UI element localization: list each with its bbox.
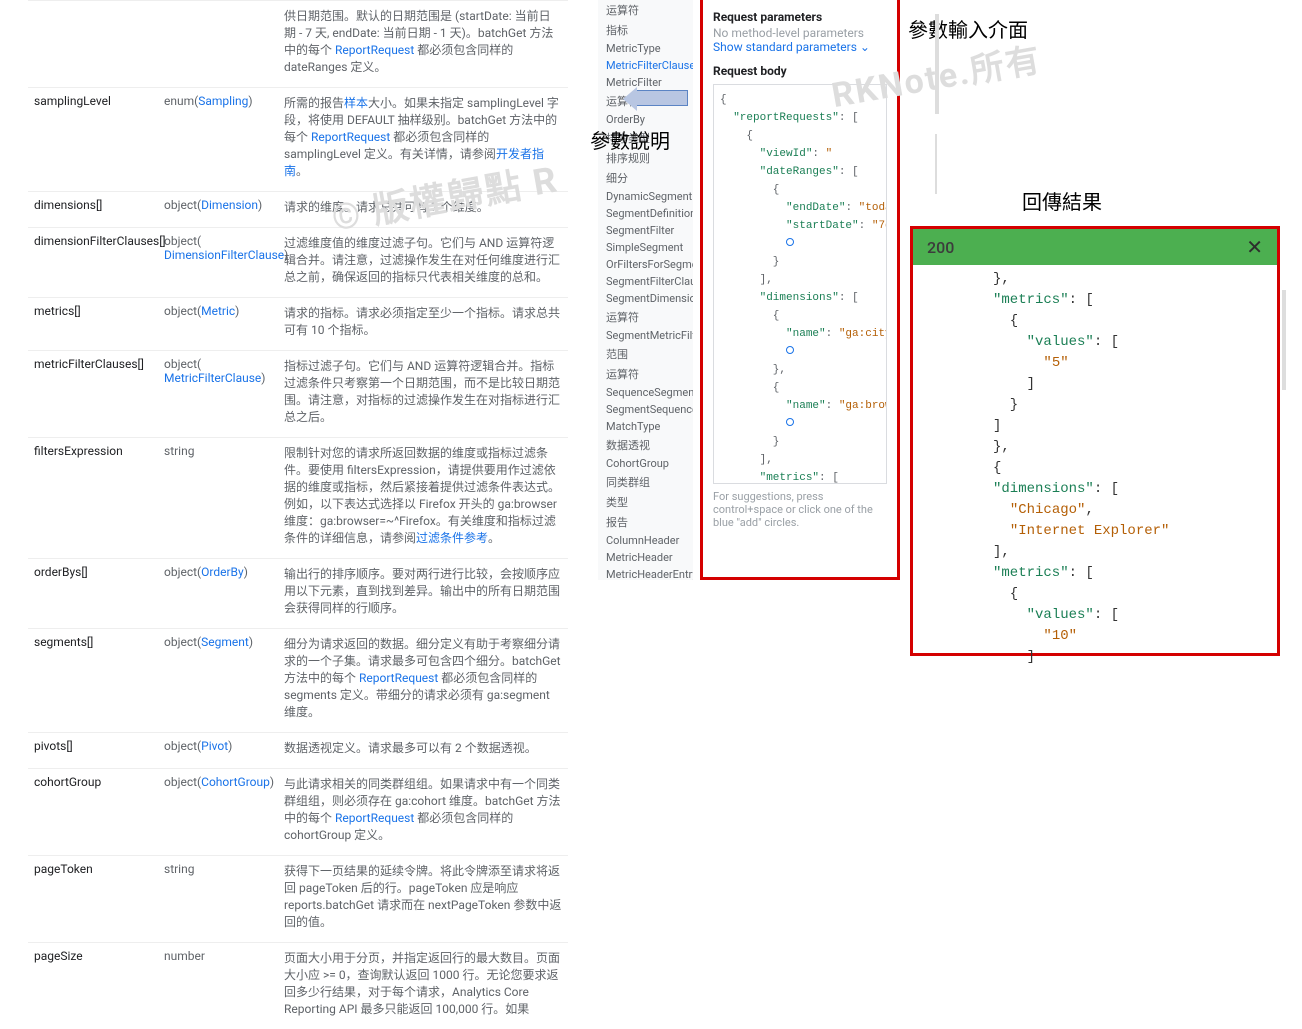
table-row: samplingLevelenum(Sampling)所需的报告样本大小。如果未… (28, 88, 568, 192)
sidebar-item[interactable]: 数据透视 (598, 435, 693, 455)
table-row: cohortGroupobject(CohortGroup)与此请求相关的同类群… (28, 769, 568, 856)
response-panel: 200 ✕ }, "metrics": [ { "values": [ "5" … (910, 226, 1280, 656)
table-row: segments[]object(Segment)细分为请求返回的数据。细分定义… (28, 629, 568, 733)
close-icon[interactable]: ✕ (1246, 235, 1263, 259)
sidebar-item[interactable]: MetricFilter (598, 74, 693, 91)
request-body-editor[interactable]: { "reportRequests": [ { "viewId": " ", "… (713, 84, 887, 484)
divider (935, 134, 937, 194)
table-row: pivots[]object(Pivot)数据透视定义。请求最多可以有 2 个数… (28, 733, 568, 769)
sidebar-item[interactable]: 运算符 (598, 364, 693, 384)
sidebar-item[interactable]: OrFiltersForSegment (598, 256, 693, 273)
sidebar-item[interactable]: SegmentDimensionFilter (598, 290, 693, 307)
sidebar-item[interactable]: 类型 (598, 492, 693, 512)
nav-list: 运算符指标MetricTypeMetricFilterClauseMetricF… (598, 0, 693, 580)
table-row: dimensions[]object(Dimension)请求的维度。请求总共可… (28, 192, 568, 228)
table-row: dimensionFilterClauses[]object( Dimensio… (28, 228, 568, 298)
sidebar-item[interactable]: CohortGroup (598, 455, 693, 472)
label-result: 回傳結果 (1022, 186, 1102, 215)
sidebar-item[interactable]: SegmentFilterClause (598, 273, 693, 290)
table-row: metricFilterClauses[]object( MetricFilte… (28, 351, 568, 438)
req-body-heading: Request body (713, 64, 887, 78)
sidebar-item[interactable]: MetricHeader (598, 549, 693, 566)
scrollbar[interactable] (1282, 290, 1286, 390)
table-row: pageSizenumber页面大小用于分页，并指定返回行的最大数目。页面大小应… (28, 943, 568, 1029)
sidebar-item[interactable]: 细分 (598, 168, 693, 188)
sidebar-item[interactable]: 范围 (598, 344, 693, 364)
chevron-down-icon: ⌄ (860, 40, 870, 54)
sidebar-item[interactable]: MetricType (598, 40, 693, 57)
status-code: 200 (927, 238, 954, 257)
table-row: orderBys[]object(OrderBy)输出行的排序顺序。要对两行进行… (28, 559, 568, 629)
table-row: filtersExpressionstring限制针对您的请求所返回数据的维度或… (28, 438, 568, 559)
sidebar-item[interactable]: 报告 (598, 512, 693, 532)
response-body: }, "metrics": [ { "values": [ "5" ] } ] … (913, 265, 1277, 674)
tryit-panel: Request parameters No method-level param… (700, 0, 900, 580)
sidebar-item[interactable]: 运算符 (598, 307, 693, 327)
sidebar-item[interactable]: MatchType (598, 418, 693, 435)
arrow-to-nav (636, 90, 688, 106)
sidebar-item[interactable]: 指标 (598, 20, 693, 40)
param-table: 供日期范围。默认的日期范围是 (startDate: 当前日期 - 7 天, e… (28, 0, 568, 1029)
sidebar-item[interactable]: 同类群组 (598, 472, 693, 492)
sidebar-item[interactable]: MetricFilterClause (598, 57, 693, 74)
label-param-input: 參數輸入介面 (908, 14, 1028, 43)
sidebar-item[interactable]: SimpleSegment (598, 239, 693, 256)
sidebar-item[interactable]: SegmentSequenceStep (598, 401, 693, 418)
table-row: metrics[]object(Metric)请求的指标。请求必须指定至少一个指… (28, 298, 568, 351)
sidebar-item[interactable]: SegmentMetricFilter (598, 327, 693, 344)
editor-hint: For suggestions, press control+space or … (703, 484, 897, 539)
sidebar-item[interactable]: SegmentDefinition (598, 205, 693, 222)
show-standard-params[interactable]: Show standard parameters ⌄ (713, 40, 887, 54)
sidebar-item[interactable]: MetricHeaderEntry (598, 566, 693, 580)
sidebar-item[interactable]: DynamicSegment (598, 188, 693, 205)
table-row: pageTokenstring获得下一页结果的延续令牌。将此令牌添至请求将返回 … (28, 856, 568, 943)
sidebar-item[interactable]: SequenceSegment (598, 384, 693, 401)
scrollbar-top[interactable] (935, 14, 939, 114)
req-params-heading: Request parameters (713, 10, 887, 24)
no-method-params: No method-level parameters (713, 26, 887, 40)
sidebar-item[interactable]: SegmentFilter (598, 222, 693, 239)
sidebar-item[interactable]: ColumnHeader (598, 532, 693, 549)
table-row: 供日期范围。默认的日期范围是 (startDate: 当前日期 - 7 天, e… (28, 1, 568, 88)
sidebar-item[interactable]: 运算符 (598, 0, 693, 20)
label-param-desc: 參數說明 (590, 125, 670, 154)
